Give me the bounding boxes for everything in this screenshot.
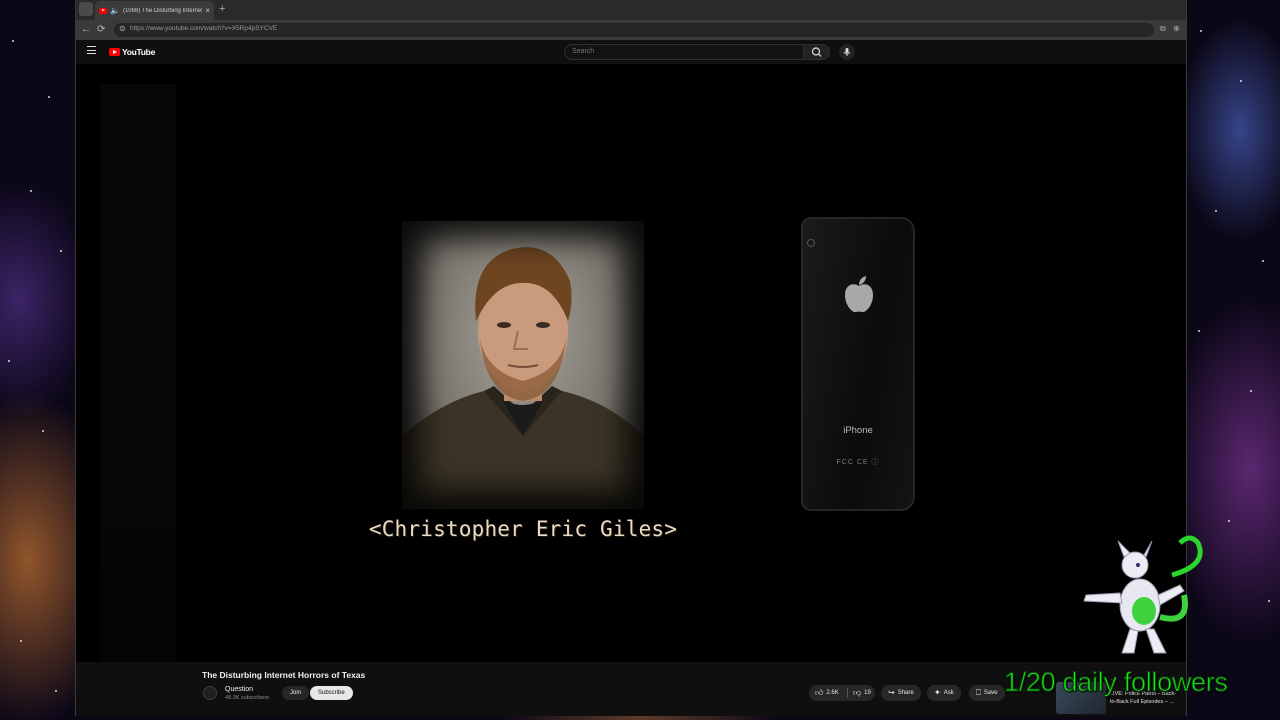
share-label: Share	[897, 690, 914, 696]
mewtwo-mascot-icon	[1083, 535, 1203, 654]
join-button[interactable]: Join	[282, 686, 310, 700]
sparkle-icon: ✦	[934, 688, 941, 697]
subscribe-button[interactable]: Subscribe	[310, 686, 353, 700]
address-bar: ← ⟳ ⊜ https://www.youtube.com/watch?v=X5…	[76, 20, 1186, 40]
apple-logo-icon	[845, 276, 873, 313]
dislike-count: 19	[864, 690, 871, 696]
new-tab-button[interactable]: +	[219, 2, 225, 16]
mugshot-photo	[402, 221, 644, 509]
hamburger-menu-icon[interactable]	[87, 46, 96, 54]
mugshot-vignette	[402, 221, 644, 509]
video-shadow	[100, 84, 176, 664]
youtube-play-icon	[109, 48, 120, 56]
phone-regulatory-marks: FCC CE ⓘ	[836, 459, 880, 466]
iphone-image: iPhone FCC CE ⓘ	[801, 217, 915, 511]
channel-avatar[interactable]	[203, 686, 217, 700]
video-title: The Disturbing Internet Horrors of Texas	[202, 670, 366, 680]
like-dislike-group: 👍︎ 2.6K 👎︎ 19	[809, 685, 875, 701]
url-text: https://www.youtube.com/watch?v=X5Rp4pSY…	[130, 25, 278, 32]
tab-bar: 🔈 (1068) The Disturbing Internet Horrors…	[76, 0, 1186, 20]
like-count: 2.6K	[826, 690, 839, 696]
url-input[interactable]: ⊜ https://www.youtube.com/watch?v=X5Rp4p…	[114, 23, 1154, 37]
microphone-icon	[843, 48, 851, 56]
save-button[interactable]: ⎕ Save	[969, 685, 1005, 701]
search-input[interactable]: Search	[564, 44, 804, 60]
dislike-button[interactable]: 👎︎ 19	[853, 685, 871, 701]
youtube-favicon-icon	[99, 7, 107, 14]
save-label: Save	[983, 690, 998, 696]
youtube-logo-text: YouTube	[122, 47, 155, 57]
voice-search-button[interactable]	[839, 44, 855, 60]
ask-label: Ask	[943, 690, 954, 696]
tab-switcher-button[interactable]	[79, 2, 93, 16]
youtube-header: YouTube Search	[76, 40, 1186, 64]
subscriber-count: 48.3K subscribers	[225, 695, 270, 701]
browser-window: 🔈 (1068) The Disturbing Internet Horrors…	[75, 0, 1187, 716]
name-caption: <Christopher Eric Giles>	[368, 517, 678, 541]
bookmark-icon: ⎕	[976, 688, 981, 697]
video-player[interactable]: <Christopher Eric Giles> iPhone FCC CE ⓘ	[76, 64, 1186, 664]
like-button[interactable]: 👍︎ 2.6K	[809, 685, 845, 701]
open-in-app-icon[interactable]: ⧉	[1160, 24, 1166, 34]
speaker-icon[interactable]: 🔈	[110, 6, 120, 15]
youtube-logo[interactable]: YouTube	[109, 47, 155, 57]
back-arrow-icon[interactable]: ←	[81, 23, 91, 37]
search-button[interactable]	[804, 44, 830, 60]
camera-lens-icon	[807, 239, 815, 247]
search-placeholder: Search	[572, 48, 595, 55]
reload-icon[interactable]: ⟳	[97, 23, 105, 37]
channel-name[interactable]: Question	[225, 686, 253, 693]
follower-goal-overlay: 1/20 daily followers	[1004, 667, 1229, 698]
share-arrow-icon: ↪	[888, 688, 895, 697]
tab-title: (1068) The Disturbing Internet Horrors o…	[122, 7, 203, 14]
share-button[interactable]: ↪ Share	[881, 685, 921, 701]
lock-icon: ⊜	[119, 24, 126, 33]
thumbs-down-icon: 👎︎	[853, 688, 862, 697]
thumbs-up-icon: 👍︎	[815, 688, 824, 697]
tab-close-icon[interactable]: ×	[205, 6, 210, 15]
extensions-icon[interactable]: ⊕	[1173, 24, 1180, 33]
like-divider	[847, 688, 848, 698]
ask-button[interactable]: ✦ Ask	[927, 685, 961, 701]
search-icon	[811, 47, 822, 57]
phone-brand-label: iPhone	[843, 425, 873, 436]
tab-youtube[interactable]: 🔈 (1068) The Disturbing Internet Horrors…	[95, 1, 214, 20]
